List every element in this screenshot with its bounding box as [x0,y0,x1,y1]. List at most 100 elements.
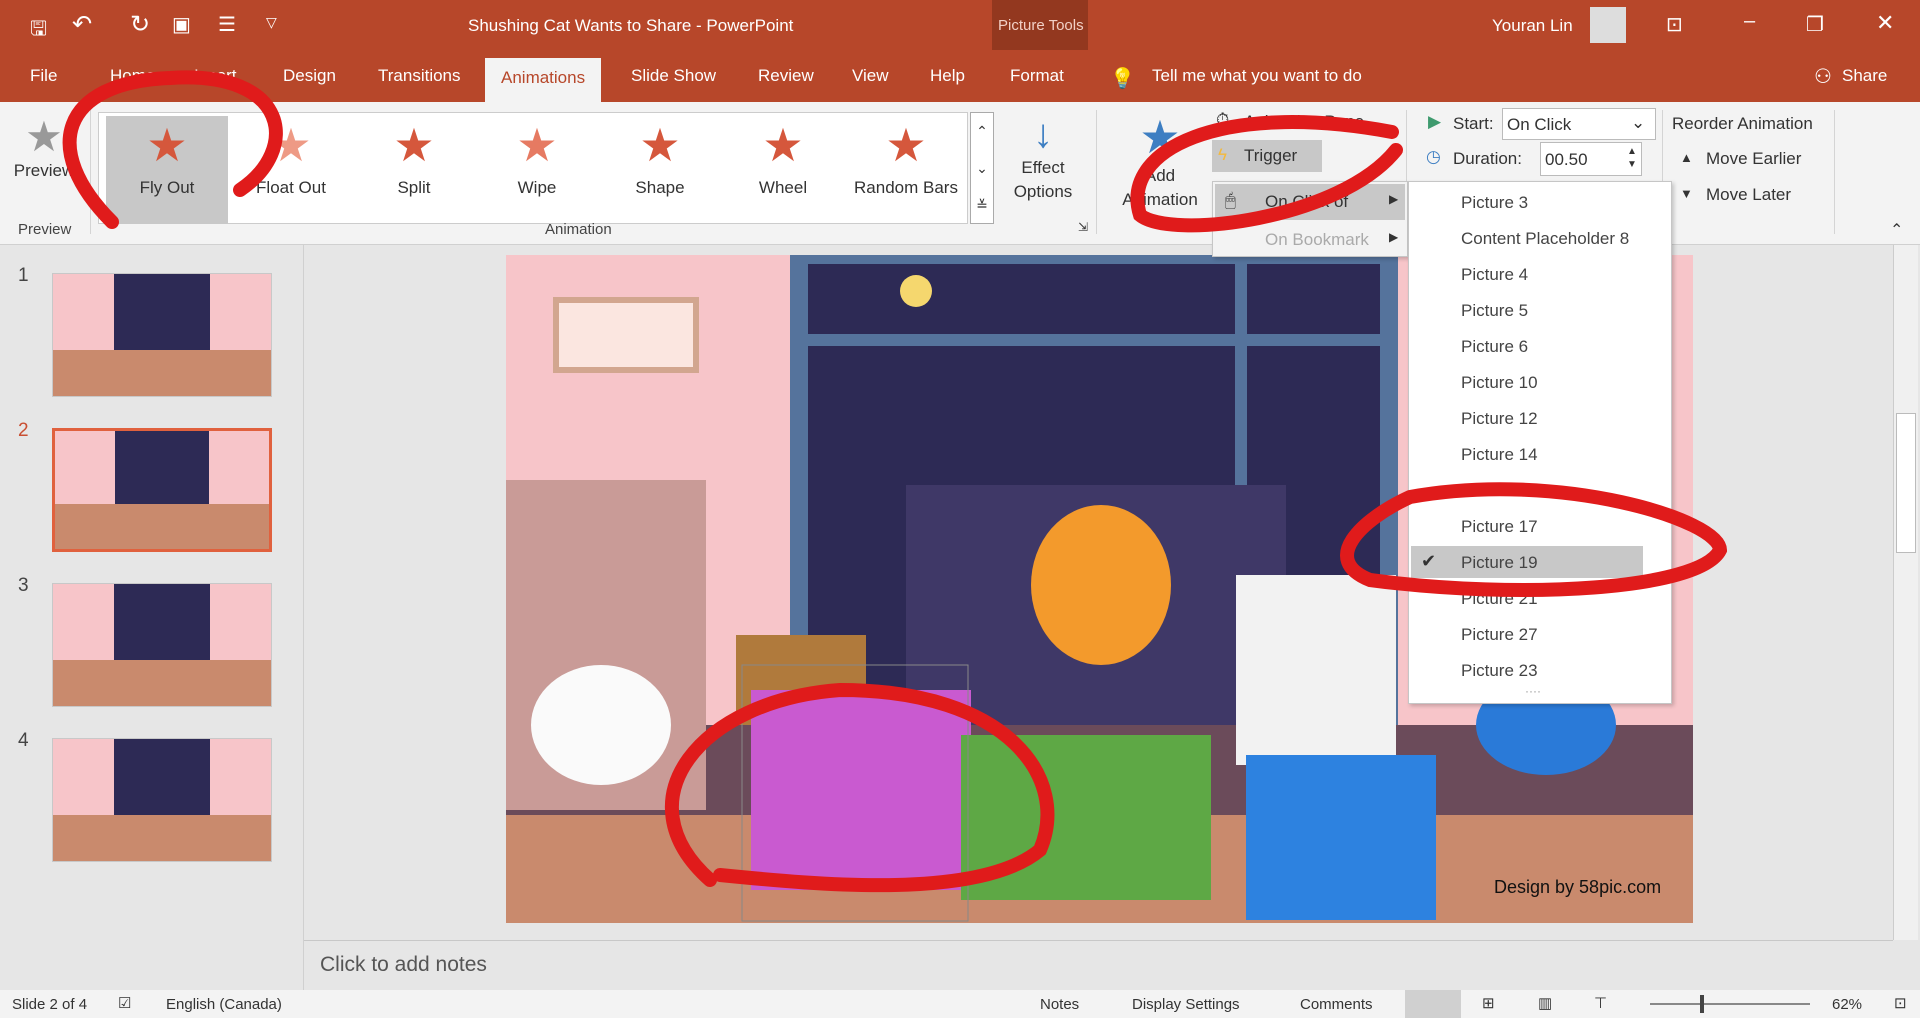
gallery-fly-out[interactable]: ★ Fly Out [106,116,228,224]
menu-item-picture[interactable]: Picture 5 [1411,294,1643,326]
gallery-random-bars[interactable]: ★ Random Bars [845,116,967,224]
effect-options-button[interactable]: ↓ Effect Options [1000,112,1086,204]
tab-insert[interactable]: Insert [194,66,237,86]
zoom-slider-thumb[interactable] [1700,995,1704,1013]
tab-home[interactable]: Home [110,66,155,86]
reading-view-icon[interactable]: ▥ [1538,994,1552,1012]
tab-view[interactable]: View [852,66,889,86]
gallery-wipe[interactable]: ★ Wipe [476,116,598,224]
tell-me-search[interactable]: Tell me what you want to do [1152,66,1362,86]
menu-item-picture[interactable]: Content Placeholder 8 [1411,222,1643,254]
close-icon[interactable]: ✕ [1876,10,1894,36]
touch-mode-icon[interactable]: ☰ [218,12,236,37]
vertical-scrollbar[interactable] [1893,245,1918,940]
duration-label: Duration: [1453,149,1522,168]
tab-file[interactable]: File [30,66,57,86]
tab-format[interactable]: Format [1010,66,1064,86]
tab-review[interactable]: Review [758,66,814,86]
menu-item-picture[interactable]: Picture 21 [1411,582,1643,614]
menu-item-picture[interactable]: Picture 17 [1411,510,1643,542]
notes-button[interactable]: Notes [1040,996,1079,1013]
comments-button[interactable]: Comments [1300,996,1373,1013]
animation-pane-button[interactable]: Animation Pane [1244,112,1364,132]
move-earlier-button[interactable]: Move Earlier [1706,149,1801,169]
menu-item-label: Picture 3 [1461,193,1529,212]
menu-item-picture[interactable]: Picture 6 [1411,330,1643,362]
fit-slide-icon[interactable]: ⊡ [1894,994,1907,1012]
slide-number: 3 [18,575,29,596]
mouse-icon: 🖱 [1225,190,1236,210]
slide-thumbnail[interactable] [52,428,272,552]
trigger-button[interactable]: ϟ Trigger [1212,140,1322,172]
slide-thumbnail[interactable] [52,273,272,397]
menu-item-label: Picture 5 [1461,301,1529,320]
group-preview-label: Preview [18,221,72,238]
down-arrow-icon: ↓ [1033,112,1053,156]
more-items-icon[interactable]: ···· [1525,684,1541,698]
gallery-shape[interactable]: ★ Shape [599,116,721,224]
menu-item-picture[interactable]: Picture 14 [1411,438,1643,470]
picture-trigger-menu: Picture 3 Content Placeholder 8 Picture 4 P… [1408,181,1672,704]
slide-thumbnail[interactable] [52,583,272,707]
slide-number: 1 [18,265,29,286]
menu-item-picture[interactable]: Picture 4 [1411,258,1643,290]
spellcheck-icon[interactable]: ☑ [118,994,131,1012]
ribbon-display-icon[interactable]: ⊡ [1666,12,1683,37]
restore-icon[interactable]: ❐ [1806,12,1824,37]
slide-sorter-icon[interactable]: ⊞ [1482,994,1495,1012]
menu-item-picture[interactable]: Picture 27 [1411,618,1643,650]
gallery-wheel[interactable]: ★ Wheel [722,116,844,224]
normal-view-button[interactable] [1405,990,1461,1018]
tab-animations[interactable]: Animations [485,58,602,102]
preview-button[interactable]: ★ Preview [12,112,76,181]
zoom-slider[interactable] [1650,1003,1810,1005]
language[interactable]: English (Canada) [166,996,282,1013]
play-icon: ▶ [1428,112,1442,131]
share-button[interactable]: Share [1842,66,1887,86]
share-person-icon[interactable]: ⚇ [1814,64,1832,89]
menu-item-picture[interactable]: ✔ Picture 19 [1411,546,1643,578]
menu-item-on-click-of[interactable]: 🖱 On Click of ▶ [1215,184,1405,220]
zoom-level[interactable]: 62% [1832,996,1862,1013]
menu-item-label: Picture 4 [1461,265,1529,284]
save-icon[interactable]: 🖫 [30,14,47,48]
tab-slide-show[interactable]: Slide Show [631,66,716,86]
down-triangle-icon: ▼ [1680,186,1693,201]
dialog-launcher-icon[interactable]: ⇲ [1078,220,1088,234]
slideshow-icon[interactable]: ⊤ [1594,994,1607,1012]
status-bar: Slide 2 of 4 ☑ English (Canada) Notes Di… [0,990,1920,1018]
star-icon: ★ [25,113,63,160]
avatar[interactable] [1590,7,1626,43]
duration-stepper[interactable]: 00.50 ▲ ▼ [1540,142,1642,176]
start-dropdown[interactable]: On Click ⌄ [1502,108,1656,140]
menu-item-picture[interactable]: Picture 10 [1411,366,1643,398]
undo-icon[interactable]: ↶ [72,10,92,39]
menu-item-label: Content Placeholder 8 [1461,229,1630,248]
display-settings-button[interactable]: Display Settings [1132,996,1240,1013]
gallery-scroll[interactable]: ⌃ ⌄ ≚ [970,112,994,224]
user-name[interactable]: Youran Lin [1492,16,1573,36]
tab-help[interactable]: Help [930,66,965,86]
tab-design[interactable]: Design [283,66,336,86]
minimize-icon[interactable]: – [1744,10,1755,33]
redo-icon[interactable]: ↻ [130,10,150,39]
menu-item-label: Picture 12 [1461,409,1538,428]
notes-placeholder[interactable]: Click to add notes [320,953,487,977]
present-icon[interactable]: ▣ [172,12,191,37]
collapse-ribbon-icon[interactable]: ⌃ [1890,220,1903,240]
menu-item-picture[interactable]: Picture 23 [1411,654,1643,686]
gallery-split[interactable]: ★ Split [353,116,475,224]
add-animation-button[interactable]: ★ Add Animation [1108,110,1212,212]
menu-item-on-bookmark[interactable]: On Bookmark ▶ [1215,222,1405,256]
scroll-thumb[interactable] [1896,413,1916,553]
menu-item-picture[interactable]: Picture 12 [1411,402,1643,434]
slide-credit: Design by 58pic.com [1494,877,1662,897]
move-later-button[interactable]: Move Later [1706,185,1791,205]
notes-pane[interactable]: Click to add notes [304,940,1893,990]
slide-thumbnail[interactable] [52,738,272,862]
tab-transitions[interactable]: Transitions [378,66,461,86]
menu-item-picture[interactable]: Picture 3 [1411,186,1643,218]
customize-qat-icon[interactable]: ▽ [266,14,277,31]
ribbon-tabs: File Home Insert Design Transitions Anim… [0,50,1920,102]
gallery-float-out[interactable]: ★ Float Out [230,116,352,224]
